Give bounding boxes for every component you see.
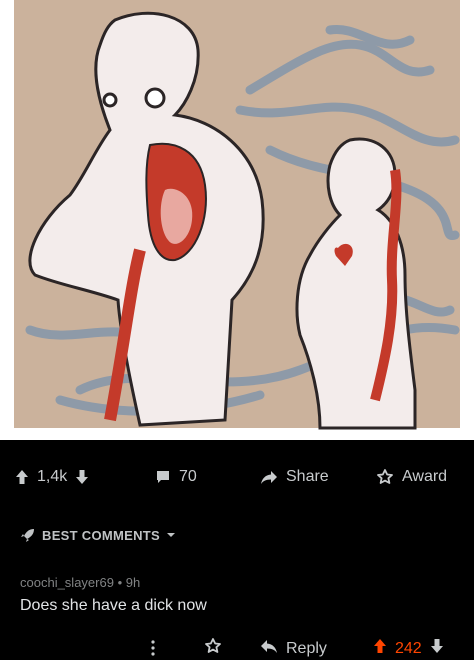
comments-count: 70 bbox=[179, 468, 197, 485]
comment-meta: coochi_slayer69 • 9h bbox=[20, 575, 140, 590]
comment-sort-dropdown[interactable]: BEST COMMENTS bbox=[20, 527, 176, 543]
post-illustration bbox=[14, 0, 460, 430]
comment-author[interactable]: coochi_slayer69 bbox=[20, 575, 114, 590]
meta-separator: • bbox=[117, 575, 123, 590]
post-image[interactable] bbox=[0, 0, 474, 440]
rocket-icon bbox=[20, 527, 36, 543]
comment-age: 9h bbox=[125, 575, 141, 590]
comment-score: 242 bbox=[395, 639, 422, 657]
award-button[interactable]: Award bbox=[376, 468, 447, 486]
post-action-bar: 1,4k 70 Share Award bbox=[0, 458, 474, 502]
downvote-icon[interactable] bbox=[75, 469, 89, 485]
comment-action-bar: Reply 242 bbox=[0, 636, 474, 660]
post-score: 1,4k bbox=[37, 468, 68, 485]
chevron-down-icon bbox=[166, 531, 176, 539]
award-label: Award bbox=[402, 468, 448, 485]
post-vote-group: 1,4k bbox=[15, 468, 89, 486]
sort-label: BEST COMMENTS bbox=[42, 527, 161, 543]
comment-icon bbox=[155, 469, 171, 485]
reply-label: Reply bbox=[286, 639, 327, 657]
more-icon[interactable] bbox=[150, 640, 156, 656]
reply-button[interactable]: Reply bbox=[260, 638, 327, 659]
comments-button[interactable]: 70 bbox=[155, 468, 197, 486]
comment-vote-group: 242 bbox=[373, 638, 444, 659]
upvote-icon[interactable] bbox=[373, 638, 387, 659]
upvote-icon[interactable] bbox=[15, 469, 29, 485]
comment-body: Does she have a dick now bbox=[20, 597, 207, 614]
award-icon bbox=[204, 638, 222, 659]
share-label: Share bbox=[286, 468, 329, 485]
comment-award-button[interactable] bbox=[204, 638, 222, 659]
share-icon bbox=[260, 469, 278, 485]
award-icon bbox=[376, 469, 394, 485]
share-button[interactable]: Share bbox=[260, 468, 329, 486]
reply-icon bbox=[260, 638, 278, 659]
downvote-icon[interactable] bbox=[430, 638, 444, 659]
